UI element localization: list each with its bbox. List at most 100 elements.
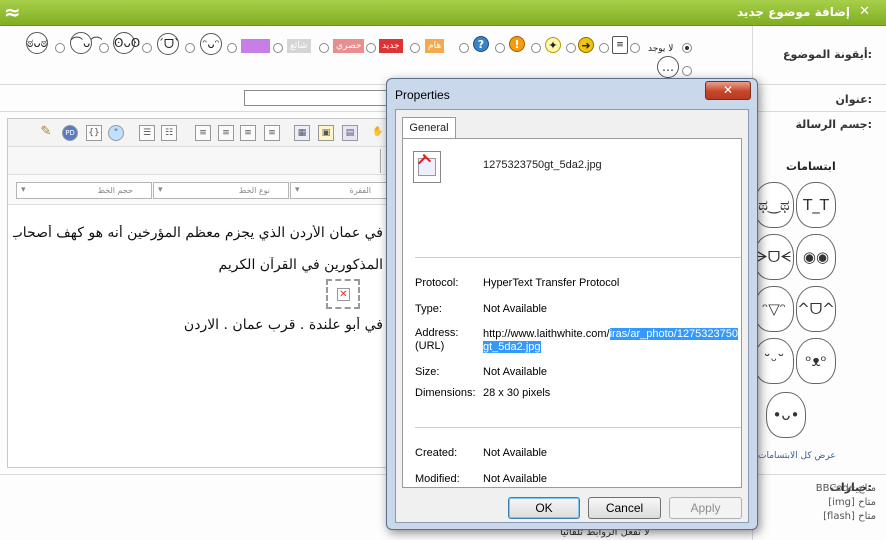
- broken-image-file-icon: [413, 151, 441, 183]
- align-right-icon[interactable]: ≡: [218, 125, 234, 141]
- tag-important: هام: [425, 39, 445, 53]
- document-icon: ≡: [612, 36, 628, 54]
- broken-image-placeholder[interactable]: ✕: [326, 279, 360, 309]
- arrow-right-icon: ➜: [578, 37, 594, 53]
- topic-icon-radio[interactable]: [273, 43, 283, 53]
- quote-icon[interactable]: ": [108, 125, 124, 141]
- file-name: 1275323750gt_5da2.jpg: [483, 159, 602, 171]
- separator: [415, 257, 741, 258]
- tag-exclusive: حصري: [333, 39, 365, 53]
- smiley-laugh-icon[interactable]: ᗒᗜᗕ: [754, 234, 794, 280]
- topic-icon-radio-none[interactable]: [682, 43, 692, 53]
- ok-button[interactable]: OK: [508, 497, 580, 519]
- protocol-value: HyperText Transfer Protocol: [483, 277, 620, 289]
- bullet-list-icon[interactable]: ☰: [139, 125, 155, 141]
- size-value: Not Available: [483, 366, 548, 378]
- topic-icon-radio[interactable]: [531, 43, 541, 53]
- smiley-crying-icon[interactable]: T_T: [796, 182, 836, 228]
- tab-general[interactable]: General: [402, 117, 456, 139]
- font-family-select[interactable]: نوع الخط: [153, 182, 289, 199]
- address-label-text: Address:: [415, 327, 459, 339]
- topic-icon-radio[interactable]: [227, 43, 237, 53]
- tag-new: جديد: [379, 39, 403, 53]
- topic-icon-radio[interactable]: [366, 43, 376, 53]
- message-label: جسم الرسالة:: [795, 118, 872, 131]
- smiley-tongue-icon[interactable]: ᵒᴥᵒ: [796, 338, 836, 384]
- title-input[interactable]: [244, 90, 390, 106]
- align-center-icon[interactable]: ≡: [240, 125, 256, 141]
- code-icon[interactable]: {}: [86, 125, 102, 141]
- dialog-body: General 1275323750gt_5da2.jpg Protocol: …: [395, 109, 749, 523]
- topic-icon-radio[interactable]: [599, 43, 609, 53]
- address-label-url: (URL): [415, 340, 445, 352]
- smiley-blush-icon[interactable]: ˘ᵕ˘: [754, 338, 794, 384]
- broken-image-icon: ✕: [337, 288, 350, 301]
- smiley-happy-icon[interactable]: ^ᗜ^: [796, 286, 836, 332]
- smiley-shy-icon[interactable]: •ᴗ•: [766, 392, 806, 438]
- justify-icon[interactable]: ≡: [195, 125, 211, 141]
- smiley-wave-icon[interactable]: ᵔ▽ᵔ: [754, 286, 794, 332]
- dialog-close-button[interactable]: ✕: [705, 81, 751, 100]
- options-list: BBCode متاح [img] متاح [flash] متاح: [816, 483, 876, 525]
- toolbar-handle[interactable]: [380, 149, 384, 173]
- smiley-big-eyes-icon[interactable]: ◉◉: [796, 234, 836, 280]
- pdf-icon[interactable]: PD: [62, 125, 78, 141]
- title-label: عنوان:: [835, 93, 872, 106]
- warning-icon: !: [509, 36, 525, 52]
- address-plain: http://www.laithwhite.com/: [483, 328, 610, 340]
- modified-label: Modified:: [415, 473, 460, 485]
- topic-icon-radio[interactable]: [142, 43, 152, 53]
- option-bbcode: BBCode متاح: [815, 483, 876, 494]
- topic-icon-radio[interactable]: [630, 43, 640, 53]
- numbered-list-icon[interactable]: ☷: [161, 125, 177, 141]
- show-all-smilies-link[interactable]: عرض كل الابتسامات: [758, 451, 836, 461]
- menu-icon[interactable]: ≈: [4, 1, 21, 23]
- smiley-face-icon: ᵔᴗᵔ: [200, 33, 222, 55]
- smilies-panel: T_T ಥ‿ಥ ◉◉ ᗒᗜᗕ ^ᗜ^ ᵔ▽ᵔ ᵒᴥᵒ ˘ᵕ˘ •ᴗ•: [752, 180, 844, 445]
- media-icon[interactable]: ▤: [342, 125, 358, 141]
- no-icon-label: لا يوجد: [648, 44, 674, 54]
- image-icon[interactable]: ▣: [318, 125, 334, 141]
- smiley-sad-icon[interactable]: ಥ‿ಥ: [754, 182, 794, 228]
- topic-icon-radio[interactable]: [495, 43, 505, 53]
- font-size-select[interactable]: حجم الخط: [16, 182, 152, 199]
- question-icon: ?: [473, 36, 489, 52]
- topic-icon-label: أيقونة الموضوع:: [783, 48, 872, 61]
- hand-icon[interactable]: ✋: [370, 125, 386, 141]
- topic-icon-radio[interactable]: [566, 43, 576, 53]
- paragraph-select[interactable]: الفقرة: [290, 182, 390, 199]
- smiley-face-icon: ˊᗜˋ: [157, 33, 180, 55]
- smiley-face-icon: ⌒ᴗ⌒: [70, 32, 102, 54]
- topic-icon-radio[interactable]: [682, 66, 692, 76]
- message-editor[interactable]: ✎ PD {} " ☰ ☷ ≡ ≡ ≡ ≡ ▦ ▣ ▤ ✋ حجم الخط ن…: [7, 118, 390, 468]
- color-swatch-icon: [241, 39, 270, 53]
- topic-icon-radio[interactable]: [55, 43, 65, 53]
- smiley-face-icon: ʘᴗʘ: [113, 32, 140, 54]
- editor-toolbar: ✎ PD {} " ☰ ☷ ≡ ≡ ≡ ≡ ▦ ▣ ▤ ✋: [8, 119, 386, 147]
- separator: [415, 427, 741, 428]
- editor-toolbar-2: [8, 147, 386, 175]
- apply-button: Apply: [669, 497, 742, 519]
- general-panel: 1275323750gt_5da2.jpg Protocol: HyperTex…: [402, 138, 742, 488]
- tag-popular: شائع: [287, 39, 311, 53]
- topic-icon-radio[interactable]: [185, 43, 195, 53]
- address-label: Address: (URL): [415, 327, 458, 353]
- type-value: Not Available: [483, 303, 548, 315]
- option-flash: [flash] متاح: [823, 511, 876, 522]
- address-value[interactable]: http://www.laithwhite.com/iras/ar_photo/…: [483, 328, 741, 354]
- topic-icon-radio[interactable]: [410, 43, 420, 53]
- editor-selects: حجم الخط نوع الخط الفقرة: [8, 175, 390, 205]
- dimensions-value: 28 x 30 pixels: [483, 387, 551, 399]
- close-icon[interactable]: ✕: [859, 4, 870, 19]
- window-titlebar: ≈ إضافة موضوع جديد ✕: [0, 0, 886, 26]
- speech-bubble-icon: …: [657, 56, 679, 78]
- topic-icon-radio[interactable]: [459, 43, 469, 53]
- type-label: Type:: [415, 303, 442, 315]
- window-title: إضافة موضوع جديد: [737, 5, 850, 19]
- topic-icon-radio[interactable]: [319, 43, 329, 53]
- cancel-button[interactable]: Cancel: [588, 497, 661, 519]
- table-icon[interactable]: ▦: [294, 125, 310, 141]
- align-left-icon[interactable]: ≡: [264, 125, 280, 141]
- editor-line: المذكورين في القرآن الكريم: [218, 257, 383, 273]
- clean-icon[interactable]: ✎: [38, 125, 54, 141]
